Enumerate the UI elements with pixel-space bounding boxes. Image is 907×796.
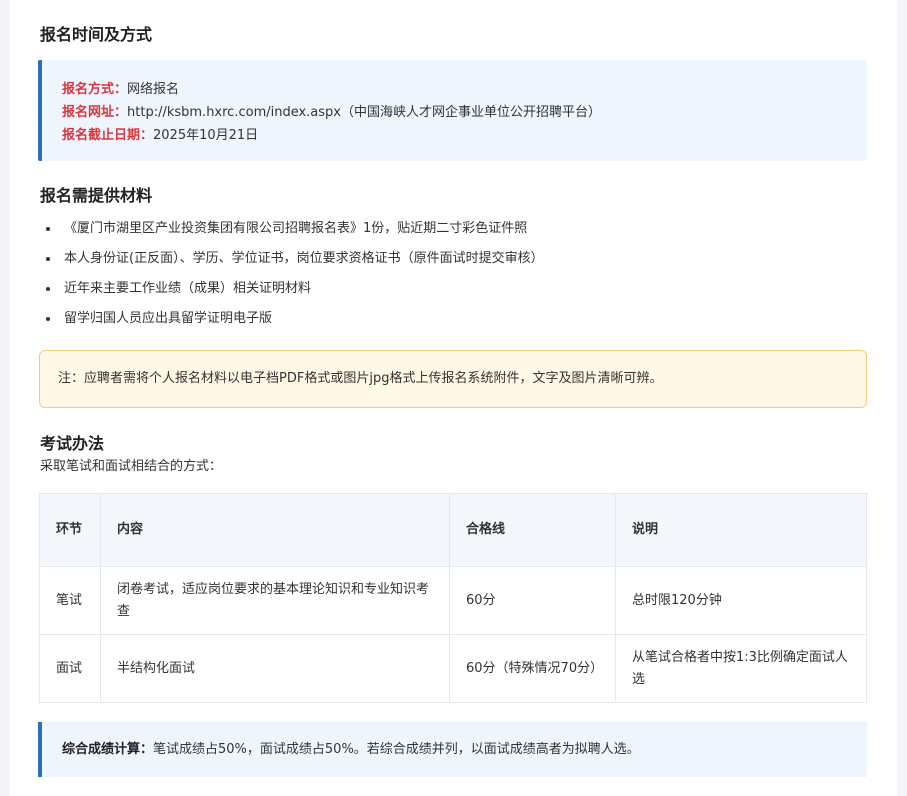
list-item: 本人身份证(正反面）、学历、学位证书，岗位要求资格证书（原件面试时提交审核） xyxy=(60,244,860,274)
header-pass-line: 合格线 xyxy=(449,493,616,567)
registration-url-line: 报名网址：http://ksbm.hxrc.com/index.aspx（中国海… xyxy=(62,101,847,124)
cell-description: 总时限120分钟 xyxy=(615,566,867,635)
registration-url-label: 报名网址： xyxy=(62,105,128,120)
materials-list: 《厦门市湖里区产业投资集团有限公司招聘报名表》1份，贴近期二寸彩色证件照 本人身… xyxy=(40,214,860,334)
cell-pass-line: 60分（特殊情况70分） xyxy=(449,634,616,703)
list-item: 留学归国人员应出具留学证明电子版 xyxy=(60,304,860,334)
score-summary-label: 综合成绩计算： xyxy=(62,742,154,757)
registration-method-value: 网络报名 xyxy=(127,82,180,97)
cell-pass-line: 60分 xyxy=(449,566,616,635)
exam-table: 环节 内容 合格线 说明 笔试 闭卷考试，适应岗位要求的基本理论知识和专业知识考… xyxy=(39,493,867,703)
section-title-registration: 报名时间及方式 xyxy=(40,25,153,44)
cell-content: 半结构化面试 xyxy=(100,634,450,703)
registration-url-value: http://ksbm.hxrc.com/index.aspx（中国海峡人才网企… xyxy=(127,105,601,120)
registration-method-line: 报名方式：网络报名 xyxy=(62,78,847,101)
header-stage: 环节 xyxy=(39,493,101,567)
score-summary-text: 笔试成绩占50%，面试成绩占50%。若综合成绩并列，以面试成绩高者为拟聘人选。 xyxy=(153,742,640,757)
registration-deadline-line: 报名截止日期：2025年10月21日 xyxy=(62,124,847,147)
materials-note: 注：应聘者需将个人报名材料以电子档PDF格式或图片jpg格式上传报名系统附件，文… xyxy=(39,350,867,408)
section-title-materials: 报名需提供材料 xyxy=(40,186,153,205)
header-content: 内容 xyxy=(100,493,450,567)
registration-deadline-label: 报名截止日期： xyxy=(62,128,154,143)
registration-deadline-value: 2025年10月21日 xyxy=(153,128,259,143)
exam-subtitle: 采取笔试和面试相结合的方式： xyxy=(40,459,223,474)
table-row: 笔试 闭卷考试，适应岗位要求的基本理论知识和专业知识考查 60分 总时限120分… xyxy=(39,566,867,635)
score-summary-box: 综合成绩计算：笔试成绩占50%，面试成绩占50%。若综合成绩并列，以面试成绩高者… xyxy=(38,722,867,777)
list-item: 《厦门市湖里区产业投资集团有限公司招聘报名表》1份，贴近期二寸彩色证件照 xyxy=(60,214,860,244)
cell-description: 从笔试合格者中按1:3比例确定面试人选 xyxy=(615,634,867,703)
cell-stage: 笔试 xyxy=(39,566,101,635)
cell-stage: 面试 xyxy=(39,634,101,703)
content-card: 报名时间及方式 报名方式：网络报名 报名网址：http://ksbm.hxrc.… xyxy=(10,0,897,796)
registration-method-label: 报名方式： xyxy=(62,82,128,97)
table-header-row: 环节 内容 合格线 说明 xyxy=(39,493,867,567)
list-item: 近年来主要工作业绩（成果）相关证明材料 xyxy=(60,274,860,304)
section-title-exam: 考试办法 xyxy=(40,434,105,453)
registration-info-box: 报名方式：网络报名 报名网址：http://ksbm.hxrc.com/inde… xyxy=(38,60,867,161)
cell-content: 闭卷考试，适应岗位要求的基本理论知识和专业知识考查 xyxy=(100,566,450,635)
header-description: 说明 xyxy=(615,493,867,567)
table-row: 面试 半结构化面试 60分（特殊情况70分） 从笔试合格者中按1:3比例确定面试… xyxy=(39,634,867,703)
